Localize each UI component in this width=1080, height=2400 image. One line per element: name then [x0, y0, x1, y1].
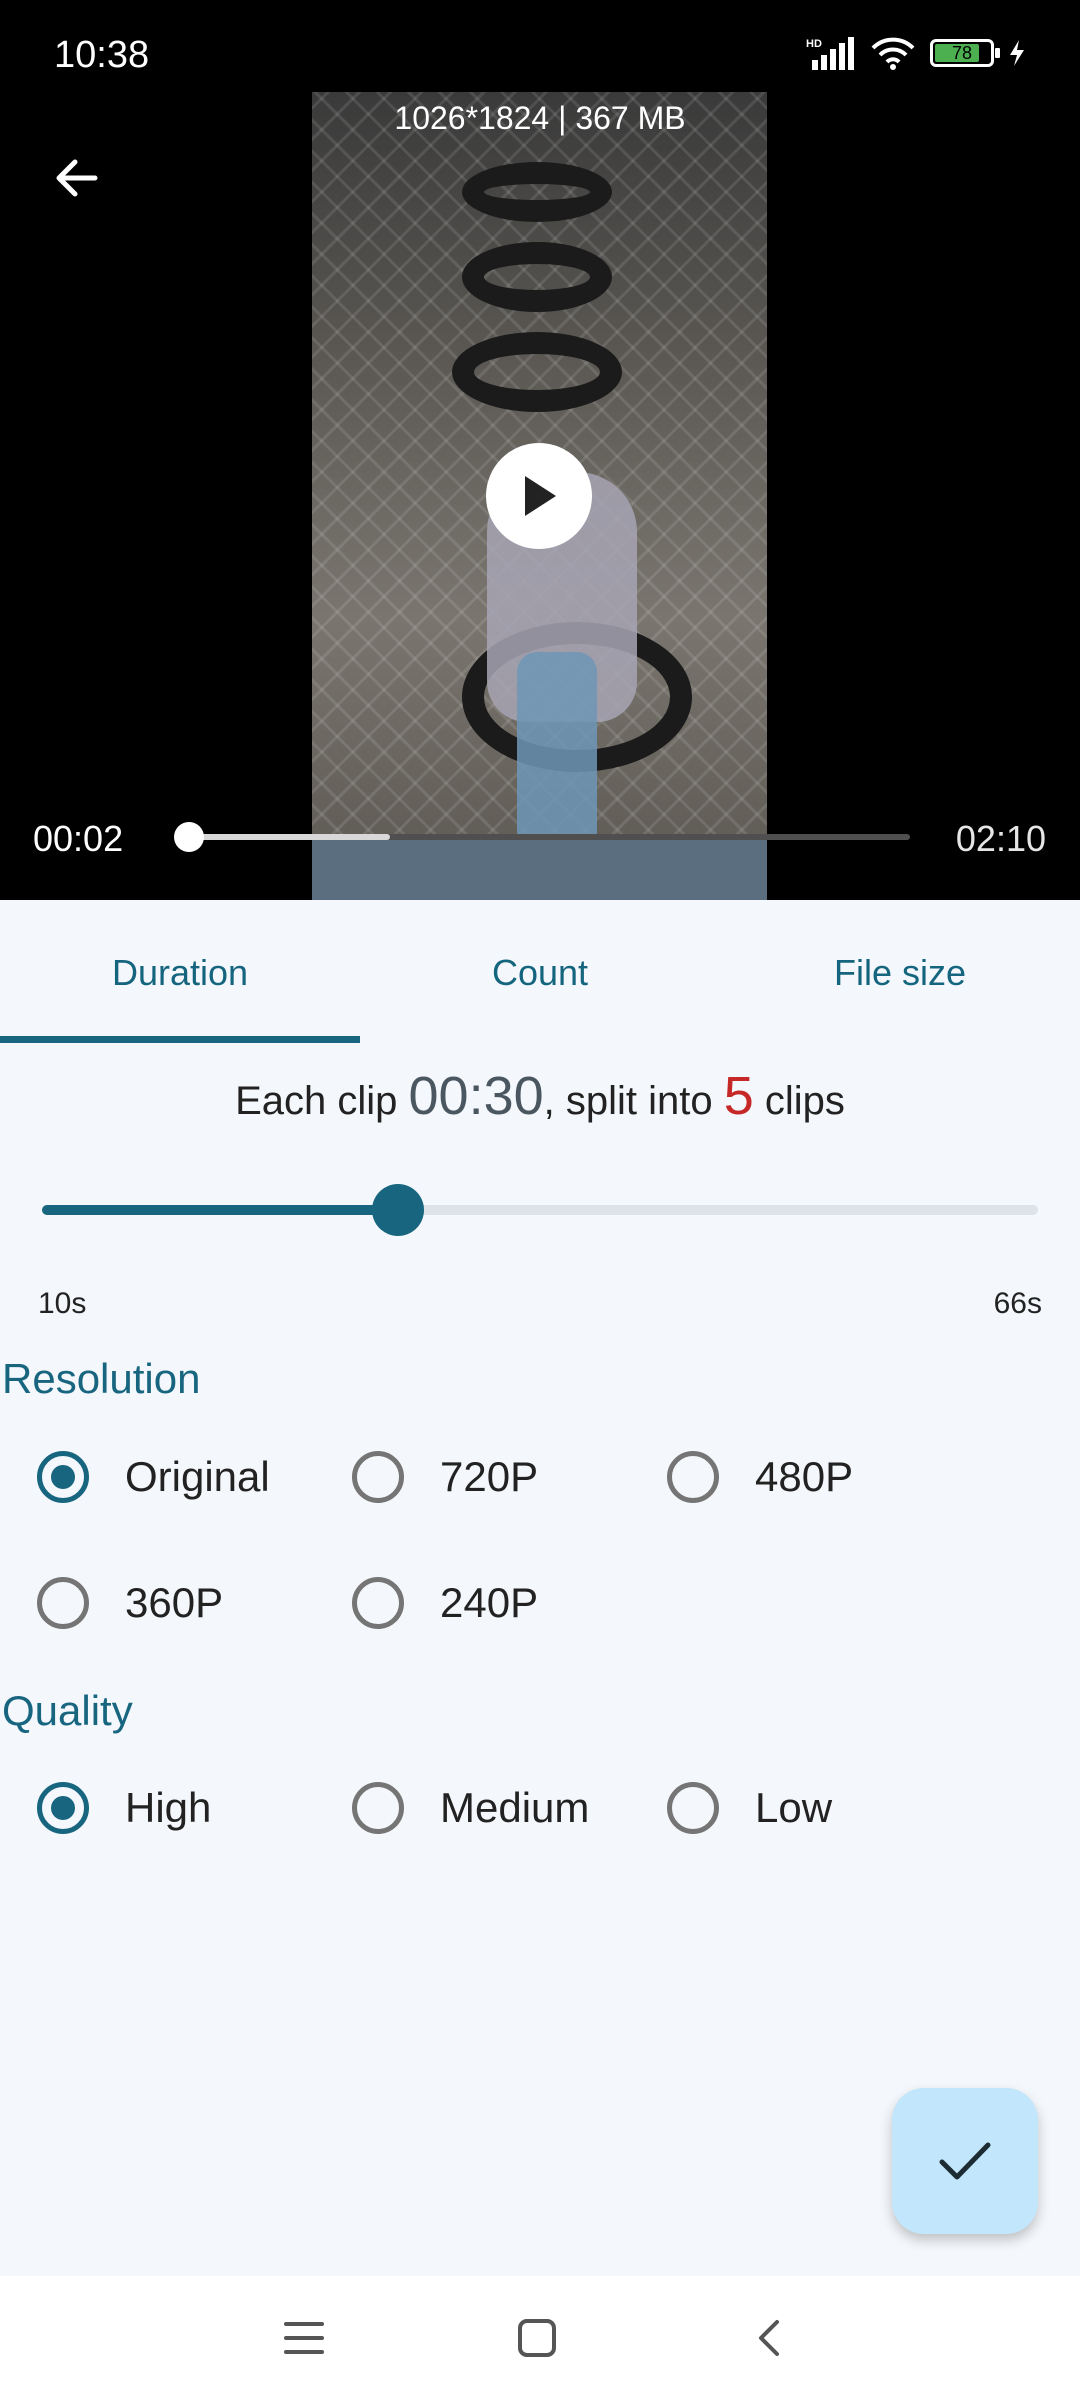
tab-count[interactable]: Count: [360, 900, 720, 1045]
signal-icon: HD: [806, 37, 854, 70]
play-icon: [525, 476, 556, 516]
radio-resolution-original[interactable]: Original: [37, 1447, 270, 1507]
status-bar: 10:38 HD 78: [0, 0, 1080, 110]
split-summary: Each clip 00:30, split into 5 clips: [235, 1066, 845, 1126]
split-mode-tabs: Duration Count File size: [0, 900, 1080, 1045]
slider-fill: [42, 1205, 398, 1215]
radio-resolution-360p[interactable]: 360P: [37, 1573, 223, 1633]
system-nav-bar: [0, 2276, 1080, 2400]
seek-thumb[interactable]: [174, 822, 204, 852]
quality-title: Quality: [2, 1687, 133, 1734]
video-preview: 10:38 HD 78 1026*1824 | 367 MB 00:02 02:…: [0, 0, 1080, 900]
duration-slider[interactable]: [42, 1205, 1038, 1215]
radio-indicator: [37, 1451, 89, 1503]
charging-icon: [1010, 40, 1024, 66]
back-button[interactable]: [46, 148, 106, 208]
seek-buffer: [188, 834, 391, 840]
seek-bar[interactable]: [188, 834, 910, 840]
radio-indicator: [352, 1451, 404, 1503]
confirm-button[interactable]: [892, 2088, 1038, 2234]
battery-icon: 78: [930, 39, 1000, 67]
clip-duration: 00:30: [408, 1066, 544, 1126]
svg-text:HD: HD: [806, 38, 822, 50]
clip-count: 5: [723, 1066, 754, 1126]
nav-menu-button[interactable]: [272, 2306, 336, 2370]
status-time: 10:38: [54, 34, 150, 76]
slider-max-label: 66s: [993, 1287, 1042, 1320]
play-button[interactable]: [486, 443, 592, 549]
nav-home-button[interactable]: [505, 2306, 569, 2370]
radio-indicator: [667, 1451, 719, 1503]
radio-resolution-720p[interactable]: 720P: [352, 1447, 538, 1507]
chevron-left-icon: [759, 2320, 779, 2356]
nav-back-button[interactable]: [737, 2306, 801, 2370]
radio-indicator: [667, 1782, 719, 1834]
radio-resolution-240p[interactable]: 240P: [352, 1573, 538, 1633]
tab-indicator: [0, 1036, 360, 1043]
radio-indicator: [37, 1577, 89, 1629]
radio-resolution-480p[interactable]: 480P: [667, 1447, 853, 1507]
radio-quality-medium[interactable]: Medium: [352, 1778, 589, 1838]
radio-indicator: [352, 1782, 404, 1834]
check-icon: [939, 2142, 991, 2180]
current-time: 00:02: [33, 818, 124, 859]
resolution-title: Resolution: [2, 1355, 201, 1402]
slider-min-label: 10s: [38, 1287, 87, 1320]
battery-level: 78: [951, 43, 973, 63]
radio-quality-high[interactable]: High: [37, 1778, 211, 1838]
slider-thumb[interactable]: [371, 1184, 424, 1236]
radio-indicator: [352, 1577, 404, 1629]
tab-duration[interactable]: Duration: [0, 900, 360, 1045]
arrow-left-icon: [56, 159, 98, 197]
radio-quality-low[interactable]: Low: [667, 1778, 832, 1838]
tab-file-size[interactable]: File size: [720, 900, 1080, 1045]
radio-indicator: [37, 1782, 89, 1834]
total-time: 02:10: [955, 818, 1046, 859]
wifi-icon: [871, 37, 915, 70]
menu-icon: [284, 2322, 324, 2354]
home-icon: [518, 2319, 556, 2357]
